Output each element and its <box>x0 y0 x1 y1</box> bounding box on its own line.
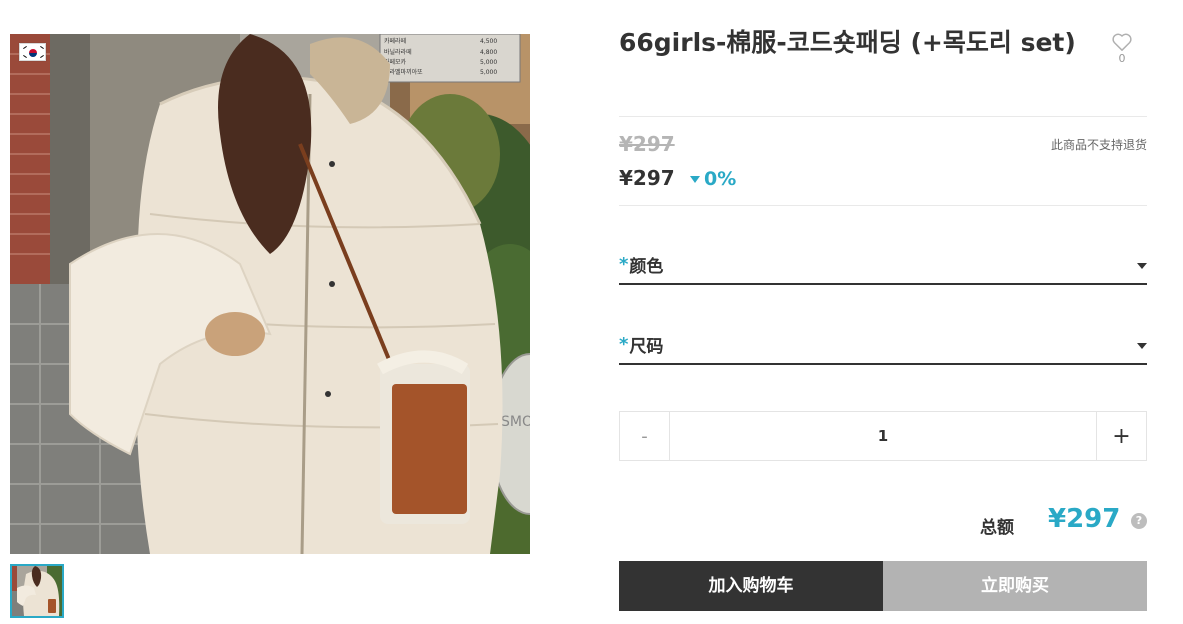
sign-menu-price-3: 5,000 <box>480 69 497 76</box>
sign-text: SMO <box>501 414 530 430</box>
add-to-cart-button[interactable]: 加入购物车 <box>619 561 883 611</box>
product-thumbnail[interactable] <box>10 564 64 618</box>
required-mark: * <box>619 333 629 355</box>
quantity-decrease-button[interactable]: - <box>620 412 670 460</box>
caret-down-icon <box>1137 343 1147 349</box>
like-button[interactable]: 0 <box>1108 32 1136 66</box>
sign-menu-price-1: 4,800 <box>480 49 497 56</box>
sign-menu-item-0: 카페라떼 <box>384 37 406 45</box>
sign-menu-item-1: 바닐라라떼 <box>384 48 412 56</box>
quantity-input[interactable] <box>670 412 1096 460</box>
divider <box>619 205 1147 206</box>
korea-flag-icon <box>19 43 46 61</box>
color-select-label: 颜色 <box>629 256 664 277</box>
discount-value: 0% <box>704 168 737 190</box>
product-main-image[interactable]: 카페라떼 4,500 바닐라라떼 4,800 카페모카 5,000 카라멜마끼아… <box>10 34 530 554</box>
caret-down-icon <box>1137 263 1147 269</box>
total-label: 总额 <box>980 518 1014 538</box>
quantity-increase-button[interactable]: + <box>1096 412 1146 460</box>
required-mark: * <box>619 253 629 275</box>
heart-icon <box>1112 33 1132 51</box>
product-title: 66girls-棉服-코드숏패딩 (+목도리 set) <box>619 28 1076 57</box>
sale-price: ¥297 <box>619 166 675 190</box>
color-select[interactable]: * 颜色 <box>619 245 1147 285</box>
buy-now-button[interactable]: 立即购买 <box>883 561 1147 611</box>
sign-menu-price-2: 5,000 <box>480 59 497 66</box>
size-select[interactable]: * 尺码 <box>619 325 1147 365</box>
like-count: 0 <box>1118 52 1126 65</box>
size-select-label: 尺码 <box>629 336 664 357</box>
total-amount: ¥297 <box>1048 504 1121 534</box>
quantity-stepper: - + <box>619 411 1147 461</box>
return-policy-note: 此商品不支持退货 <box>1050 138 1147 152</box>
sign-menu-price-0: 4,500 <box>480 38 497 45</box>
original-price: ¥297 <box>619 132 675 156</box>
help-icon[interactable]: ? <box>1131 513 1147 529</box>
divider <box>619 116 1147 117</box>
down-triangle-icon <box>690 176 700 183</box>
discount-badge: 0% <box>690 168 736 190</box>
